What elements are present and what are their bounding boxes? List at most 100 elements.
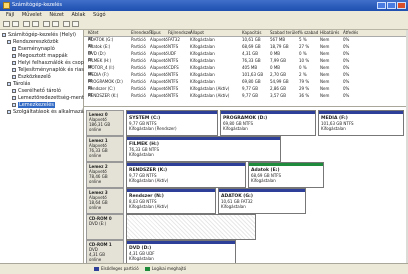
disk-info[interactable]: Lemez 0 Alapvető 186,31 GB online <box>86 110 124 136</box>
partition-block[interactable]: RENDSZER (K:) 9,77 GB NTFS Kifogástalan (A… <box>126 162 246 188</box>
volume-cell-text: DVD (D:) <box>88 51 106 56</box>
volume-cell-text: 18,79 GB <box>270 44 289 49</box>
tree-node-label: Teljesítménynaplók és riasztá <box>18 67 92 73</box>
menu-help[interactable]: Súgó <box>93 11 106 19</box>
disk-row: Lemez 0 Alapvető 186,31 GB online SYSTEM (C:… <box>86 110 404 136</box>
tree-node[interactable]: Tárolás <box>7 81 30 87</box>
tree-node[interactable]: Megosztott mappák <box>12 53 68 59</box>
column-header[interactable]: Típus <box>150 30 161 36</box>
forward-icon[interactable] <box>12 21 19 27</box>
column-header[interactable]: Hibatűrés <box>320 30 339 36</box>
menu-window[interactable]: Ablak <box>71 11 85 19</box>
column-header[interactable]: Fájlrendszer <box>168 30 192 36</box>
volume-cell-text: 0% <box>343 72 350 77</box>
help-icon[interactable] <box>52 21 59 27</box>
volume-cell-text: 10 % <box>299 58 310 63</box>
partition-bar <box>319 111 403 114</box>
back-icon[interactable] <box>3 21 10 27</box>
disk-info[interactable]: CD-ROM 0 DVD (E:) <box>86 214 124 240</box>
volume-cell-text: Alapvető <box>150 79 168 84</box>
volume-row[interactable]: Adatok (E:) Partíció Alapvető NTFS Kifogásta… <box>84 44 406 50</box>
tree-node[interactable]: Cserélhető tároló <box>12 88 61 94</box>
folder-icon <box>7 81 11 86</box>
partition-legend: Elsődleges partíció Logikai meghajtó <box>88 266 186 272</box>
minimize-button[interactable] <box>377 2 386 9</box>
partition-state: Kifogástalan <box>321 126 346 131</box>
volume-cell-text: 54,99 GB <box>270 79 289 84</box>
partition-text: MEDIA (F:) 101,63 GB NTFS Kifogástalan <box>321 115 354 131</box>
up-icon[interactable] <box>23 21 30 27</box>
properties-icon[interactable] <box>43 21 50 27</box>
partition-block[interactable]: MEDIA (F:) 101,63 GB NTFS Kifogástalan <box>318 110 404 136</box>
volume-cell-text: PROGRAMOK (D:) <box>88 79 123 84</box>
partition-block[interactable]: Rendszer (N:) 8,03 GB NTFS Kifogástalan (A… <box>126 188 216 214</box>
volume-cell-text: 0% <box>343 65 350 70</box>
tree-node[interactable]: Számítógép-kezelés (Helyi) <box>2 32 76 38</box>
tree-node[interactable]: Lemeztöredezettség-mentes <box>12 95 90 101</box>
volume-list-header: Kötet Elrendezés Típus Fájlrendszer Állapot K… <box>84 30 406 37</box>
tree-node[interactable]: Lemezkezelés <box>12 102 55 108</box>
disk-info[interactable]: Lemez 2 Alapvető 78,46 GB online <box>86 162 124 188</box>
volume-cell-text: 101,63 GB <box>242 72 264 77</box>
partition-block[interactable]: FILMEK (H:) 76,33 GB NTFS Kifogástalan <box>126 136 281 162</box>
volume-cell-text: Alapvető <box>150 58 168 63</box>
window-title: Számítógép-kezelés <box>12 2 62 8</box>
column-header[interactable]: Kötet <box>88 30 98 36</box>
maximize-button[interactable] <box>387 2 396 9</box>
legend-label: Logikai meghajtó <box>151 266 187 271</box>
volume-cell-text: MEDIA (F:) <box>88 72 109 77</box>
partition-bar <box>249 163 323 166</box>
column-header[interactable]: Kapacitás <box>242 30 261 36</box>
disk-info[interactable]: CD-ROM 1 DVD 4,31 GB online <box>86 240 124 263</box>
volume-row[interactable]: Rendszer (C:) Partíció Alapvető NTFS Kifogás… <box>84 86 406 92</box>
disk-info[interactable]: Lemez 1 Alapvető 76,33 GB online <box>86 136 124 162</box>
volume-cell-text: Rendszer (C:) <box>88 86 115 91</box>
close-button[interactable] <box>397 2 406 9</box>
partition-block[interactable]: SYSTEM (C:) 9,77 GB NTFS Kifogástalan (Ren… <box>126 110 218 136</box>
volume-cell-text: 7,99 GB <box>270 58 287 63</box>
partition-block[interactable]: PROGRAMOK (D:) 69,80 GB NTFS Kifogástalan <box>220 110 316 136</box>
show-tree-icon[interactable] <box>32 21 39 27</box>
partition-state: Kifogástalan (Aktív) <box>129 204 169 209</box>
volume-cell-text: 9,77 GB <box>242 93 259 98</box>
volume-cell-text: Kifogástalan <box>190 51 215 56</box>
volume-row[interactable]: ADATOK (G:) Partíció Alapvető FAT32 Kifogást… <box>84 37 406 43</box>
folder-icon <box>12 95 16 100</box>
tree-node[interactable]: Rendszereszközök <box>7 39 59 45</box>
volume-cell-text: NTFS <box>168 93 179 98</box>
partition-text: RENDSZER (K:) 9,77 GB NTFS Kifogástalan (A… <box>129 167 168 183</box>
column-header[interactable]: Átfedés <box>343 30 358 36</box>
volume-cell-text: 0 % <box>299 65 307 70</box>
partition-block[interactable]: Adatok (E:) 68,69 GB NTFS Kifogástalan <box>248 162 324 188</box>
column-header[interactable]: % szabad <box>299 30 318 36</box>
menu-action[interactable]: Művelet <box>22 11 42 19</box>
volume-cell-text: 0% <box>343 86 350 91</box>
volume-cell-text: 76,33 GB <box>242 58 261 63</box>
tree-node[interactable]: Teljesítménynaplók és riasztá <box>12 67 92 73</box>
export-icon[interactable] <box>72 21 79 27</box>
volume-cell-text: Nem <box>320 37 330 42</box>
column-header[interactable]: Szabad terület <box>270 30 299 36</box>
volume-cell-text: Partíció <box>131 44 146 49</box>
volume-row[interactable]: DVD (D:) Partíció Alapvető UDF Kifogástalan 4… <box>84 51 406 57</box>
partition-block[interactable] <box>126 214 256 240</box>
partition-block[interactable]: DVD (D:) 4,31 GB UDF Kifogástalan <box>126 240 236 263</box>
disk-info[interactable]: Lemez 3 Alapvető 18,64 GB online <box>86 188 124 214</box>
volume-cell-text: Partíció <box>131 72 146 77</box>
menu-view[interactable]: Nézet <box>49 11 63 19</box>
volume-cell-text: Nem <box>320 72 330 77</box>
menu-file[interactable]: Fájl <box>6 11 14 19</box>
column-header[interactable]: Állapot <box>190 30 204 36</box>
volume-row[interactable]: MOTOR_4 (I:) Partíció Alapvető CDFS Kifogást… <box>84 65 406 71</box>
tree-node-label: Rendszereszközök <box>13 39 59 45</box>
tree-node[interactable]: Eszközkezelő <box>12 74 51 80</box>
refresh-icon[interactable] <box>63 21 70 27</box>
tree-node[interactable]: Eseménynapló <box>12 46 55 52</box>
volume-row[interactable]: MEDIA (F:) Partíció Alapvető NTFS Kifogástal… <box>84 72 406 78</box>
volume-row[interactable]: FILMEK (H:) Partíció Alapvető NTFS Kifogásta… <box>84 58 406 64</box>
tree-node[interactable]: Helyi felhasználók és csoport <box>12 60 91 66</box>
volume-row[interactable]: RENDSZER (K:) Partíció Alapvető NTFS Kifogás… <box>84 93 406 99</box>
volume-row[interactable]: PROGRAMOK (D:) Partíció Alapvető NTFS Kifogá… <box>84 79 406 85</box>
tree-node[interactable]: Szolgáltatások és alkalmazások <box>7 109 92 115</box>
partition-block[interactable]: ADATOK (G:) 10,61 GB FAT32 Kifogástalan <box>218 188 306 214</box>
